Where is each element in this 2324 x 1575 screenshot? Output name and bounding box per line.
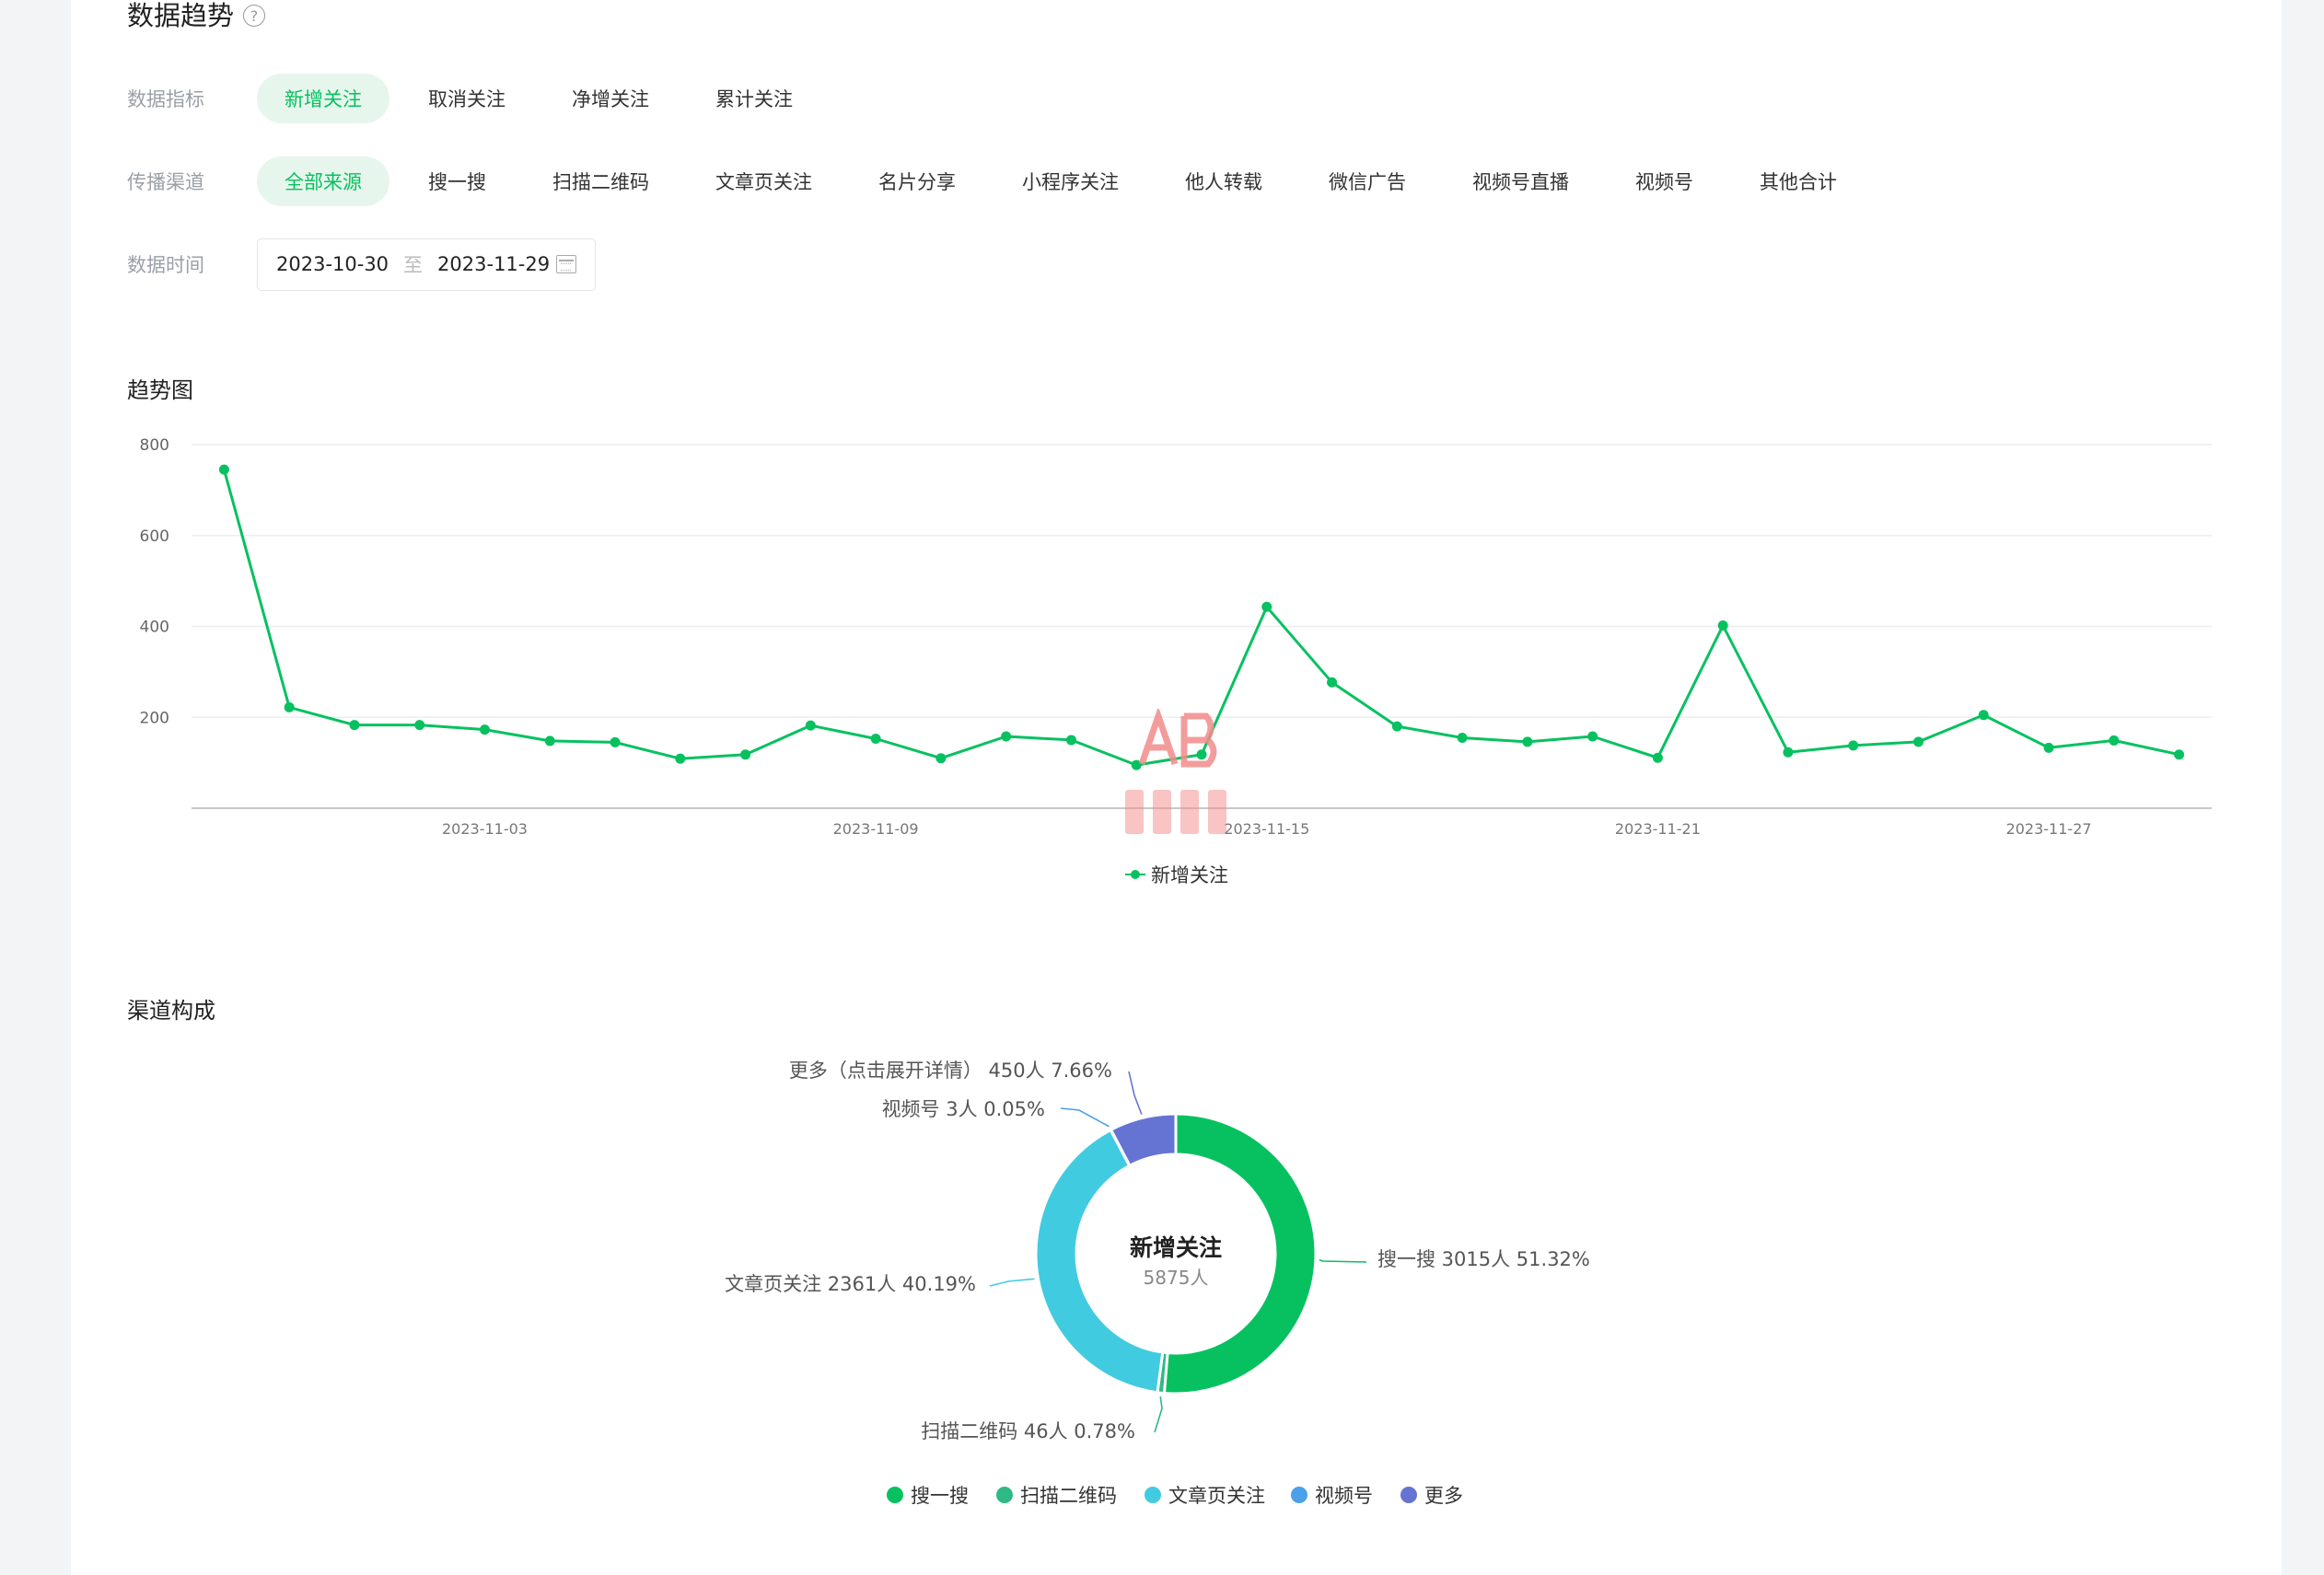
slice-label-1: 扫描二维码 46人 0.78% — [921, 1420, 1135, 1442]
slice-label-2: 文章页关注 2361人 40.19% — [725, 1273, 976, 1295]
legend-label-0: 搜一搜 — [911, 1485, 969, 1507]
legend-dot-1 — [996, 1487, 1013, 1503]
slice-label-0: 搜一搜 3015人 51.32% — [1377, 1248, 1590, 1270]
legend-dot-0 — [887, 1487, 903, 1503]
slice-label-3: 视频号 3人 0.05% — [882, 1098, 1045, 1120]
donut-center-title: 新增关注 — [1130, 1234, 1222, 1261]
slice-label-4: 更多（点击展开详情） 450人 7.66% — [789, 1060, 1112, 1082]
legend-dot-2 — [1145, 1487, 1161, 1503]
legend-label-1: 扫描二维码 — [1020, 1485, 1117, 1507]
legend-label-2: 文章页关注 — [1168, 1485, 1265, 1507]
leader-line-4 — [1128, 1071, 1143, 1115]
leader-line-1 — [1154, 1395, 1163, 1433]
legend-label-4: 更多 — [1424, 1485, 1463, 1507]
leader-line-0 — [1319, 1258, 1367, 1263]
leader-line-2 — [989, 1278, 1035, 1287]
legend-label-3: 视频号 — [1315, 1485, 1373, 1507]
leader-line-3 — [1060, 1107, 1110, 1128]
donut-center-value: 5875人 — [1144, 1267, 1209, 1289]
donut-slice-2 — [1034, 1128, 1165, 1395]
legend-dot-4 — [1400, 1487, 1417, 1503]
legend-dot-3 — [1291, 1487, 1307, 1503]
channel-donut-chart: 新增关注 5875人 搜一搜 3015人 51.32% 扫描二维码 46人 0.78%… — [725, 1060, 1590, 1507]
